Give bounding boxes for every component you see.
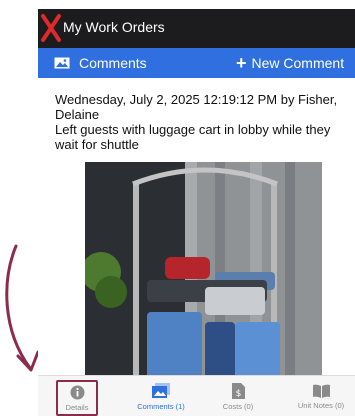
app-screen: My Work Orders Comments + New Comment We… <box>38 9 355 416</box>
comment-header: Wednesday, July 2, 2025 12:19:12 PM by F… <box>55 92 338 122</box>
tab-label: Comments (1) <box>137 401 185 411</box>
comments-toolbar: Comments + New Comment <box>38 48 355 78</box>
comments-label: Comments <box>79 55 147 71</box>
comment-photo[interactable] <box>85 162 322 381</box>
new-comment-button[interactable]: + New Comment <box>236 48 344 78</box>
book-icon <box>312 384 330 398</box>
svg-text:$: $ <box>235 389 241 399</box>
comment-entry: Wednesday, July 2, 2025 12:19:12 PM by F… <box>55 92 351 152</box>
tab-label: Unit Notes (0) <box>297 400 345 410</box>
top-bar: My Work Orders <box>38 9 355 48</box>
tab-comments[interactable]: Comments (1) <box>126 376 196 416</box>
tab-label: Costs (0) <box>222 401 254 411</box>
tab-unit-notes[interactable]: Unit Notes (0) <box>286 376 355 416</box>
tab-costs[interactable]: $ Costs (0) <box>208 376 268 416</box>
image-icon <box>152 382 170 398</box>
comments-button[interactable]: Comments <box>54 48 147 78</box>
image-icon <box>54 57 70 69</box>
comment-text: Left guests with luggage cart in lobby w… <box>55 122 331 152</box>
bottom-tab-bar: Details Comments (1) $ Costs (0) Unit No… <box>38 375 355 416</box>
app-logo-icon <box>41 14 61 42</box>
page-title: My Work Orders <box>63 19 165 35</box>
dollar-file-icon: $ <box>231 382 245 399</box>
luggage-cart-photo <box>85 162 322 381</box>
tab-label: Details <box>65 402 89 412</box>
new-comment-label: New Comment <box>251 55 345 71</box>
plus-icon: + <box>236 53 247 73</box>
tab-details[interactable]: Details <box>56 380 98 416</box>
info-icon <box>70 385 84 399</box>
